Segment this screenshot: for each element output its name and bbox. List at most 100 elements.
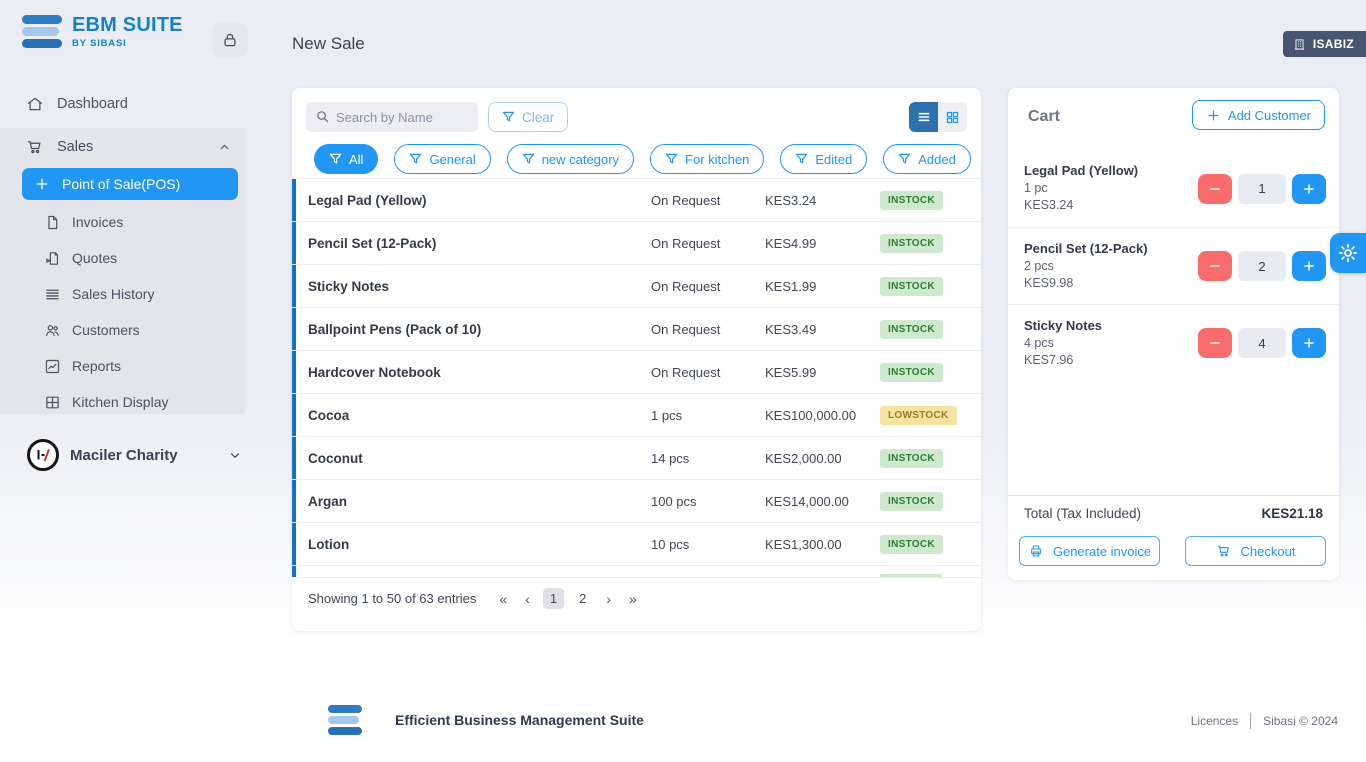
page-2-button[interactable]: 2 [572, 588, 593, 609]
product-qty: On Request [651, 365, 765, 380]
org-switcher[interactable]: Maciler Charity [26, 438, 242, 472]
product-name: Hardcover Notebook [308, 365, 651, 380]
chevron-down-icon [228, 448, 242, 462]
building-icon [1293, 38, 1306, 51]
table-row[interactable]: Hardcover Notebook On Request KES5.99 IN… [292, 350, 981, 393]
status-badge-clipped [880, 574, 942, 577]
checkout-label: Checkout [1241, 544, 1296, 559]
first-page-button[interactable]: « [494, 589, 512, 609]
table-row[interactable]: Ballpoint Pens (Pack of 10) On Request K… [292, 307, 981, 350]
sidebar-item-label: Sales [57, 139, 93, 155]
sidebar-item-reports[interactable]: Reports [44, 352, 245, 380]
filter-chip-general[interactable]: General [394, 144, 490, 174]
quantity-value[interactable]: 4 [1238, 328, 1286, 358]
sidebar-item-point-of-sale[interactable]: Point of Sale(POS) [22, 168, 238, 200]
increase-quantity-button[interactable] [1292, 174, 1326, 204]
filter-chip-all[interactable]: All [314, 144, 378, 174]
filter-chip-new-category[interactable]: new category [507, 144, 634, 174]
sidebar-item-quotes[interactable]: Quotes [44, 244, 245, 272]
search-input[interactable] [306, 102, 478, 132]
brand-subtitle: BY SIBASI [72, 38, 183, 49]
filter-chip-label: General [429, 152, 475, 167]
status-badge: LOWSTOCK [880, 406, 957, 425]
product-price: KES1.99 [765, 279, 880, 294]
pagination-summary: Showing 1 to 50 of 63 entries [308, 591, 476, 606]
table-row-clipped[interactable] [292, 565, 981, 577]
chart-icon [44, 358, 61, 375]
home-icon [26, 95, 44, 113]
product-price: KES2,000.00 [765, 451, 880, 466]
view-toggle [909, 102, 967, 132]
decrease-quantity-button[interactable] [1198, 174, 1232, 204]
category-filter-row: All General new category For kitchen Edi… [292, 132, 981, 174]
table-row[interactable]: Cocoa 1 pcs KES100,000.00 LOWSTOCK [292, 393, 981, 436]
filter-chip-for-kitchen[interactable]: For kitchen [650, 144, 764, 174]
clear-filter-button[interactable]: Clear [488, 102, 568, 132]
table-row[interactable]: Legal Pad (Yellow) On Request KES3.24 IN… [292, 178, 981, 221]
pos-page: EBM SUITE BY SIBASI Dashboard Sales [0, 0, 1366, 762]
sidebar-item-label: Customers [72, 322, 140, 338]
quantity-value[interactable]: 1 [1238, 174, 1286, 204]
increase-quantity-button[interactable] [1292, 251, 1326, 281]
sidebar-item-label: Dashboard [57, 96, 128, 112]
org-name: Maciler Charity [70, 447, 178, 464]
sidebar-item-customers[interactable]: Customers [44, 316, 245, 344]
table-row[interactable]: Argan 100 pcs KES14,000.00 INSTOCK [292, 479, 981, 522]
minus-icon [1208, 182, 1222, 196]
filter-chip-label: Added [918, 152, 956, 167]
list-view-button[interactable] [909, 102, 938, 132]
filter-chip-added[interactable]: Added [883, 144, 971, 174]
generate-invoice-label: Generate invoice [1053, 544, 1151, 559]
plus-icon [1206, 108, 1221, 123]
generate-invoice-button[interactable]: Generate invoice [1019, 536, 1160, 566]
cart-header: Cart Add Customer [1008, 88, 1339, 150]
table-row[interactable]: Lotion 10 pcs KES1,300.00 INSTOCK [292, 522, 981, 565]
add-customer-button[interactable]: Add Customer [1192, 100, 1325, 130]
sidebar-item-sales-history[interactable]: Sales History [44, 280, 245, 308]
sidebar-item-kitchen-display[interactable]: Kitchen Display [44, 388, 245, 416]
table-row[interactable]: Sticky Notes On Request KES1.99 INSTOCK [292, 264, 981, 307]
sidebar-item-dashboard[interactable]: Dashboard [26, 90, 128, 118]
sidebar-item-invoices[interactable]: Invoices [44, 208, 245, 236]
cart-divider [1008, 495, 1339, 496]
product-qty: 10 pcs [651, 537, 765, 552]
table-row[interactable]: Coconut 14 pcs KES2,000.00 INSTOCK [292, 436, 981, 479]
quantity-value[interactable]: 2 [1238, 251, 1286, 281]
filter-chip-edited[interactable]: Edited [780, 144, 867, 174]
page-1-button[interactable]: 1 [543, 588, 564, 609]
settings-button[interactable] [1330, 233, 1366, 273]
increase-quantity-button[interactable] [1292, 328, 1326, 358]
org-badge-button[interactable]: ISABIZ [1283, 31, 1366, 57]
plus-icon [34, 176, 50, 192]
org-badge-label: ISABIZ [1313, 37, 1354, 51]
lock-button[interactable] [212, 22, 248, 58]
status-badge: INSTOCK [880, 191, 943, 210]
product-name: Coconut [308, 451, 651, 466]
prev-page-button[interactable]: ‹ [520, 589, 535, 609]
gear-icon [1337, 242, 1359, 264]
sidebar-item-label: Point of Sale(POS) [62, 176, 180, 192]
brand-logo[interactable]: EBM SUITE BY SIBASI [22, 14, 183, 49]
quote-doc-icon [44, 250, 61, 267]
quantity-stepper: 4 [1198, 328, 1326, 358]
checkout-button[interactable]: Checkout [1185, 536, 1326, 566]
footer-divider [1250, 713, 1251, 729]
decrease-quantity-button[interactable] [1198, 328, 1232, 358]
decrease-quantity-button[interactable] [1198, 251, 1232, 281]
grid-view-button[interactable] [938, 102, 967, 132]
product-price: KES14,000.00 [765, 494, 880, 509]
product-price: KES5.99 [765, 365, 880, 380]
filter-chip-label: new category [542, 152, 619, 167]
status-badge: INSTOCK [880, 277, 943, 296]
footer-links: Licences Sibasi © 2024 [1191, 713, 1338, 729]
table-row[interactable]: Pencil Set (12-Pack) On Request KES4.99 … [292, 221, 981, 264]
sidebar-item-sales[interactable]: Sales [26, 132, 231, 162]
last-page-button[interactable]: » [624, 589, 642, 609]
status-badge: INSTOCK [880, 535, 943, 554]
grid-view-icon [945, 110, 960, 125]
next-page-button[interactable]: › [601, 589, 616, 609]
product-name: Lotion [308, 537, 651, 552]
list-lines-icon [44, 286, 61, 303]
product-table: Legal Pad (Yellow) On Request KES3.24 IN… [292, 178, 981, 577]
licences-link[interactable]: Licences [1191, 714, 1238, 728]
